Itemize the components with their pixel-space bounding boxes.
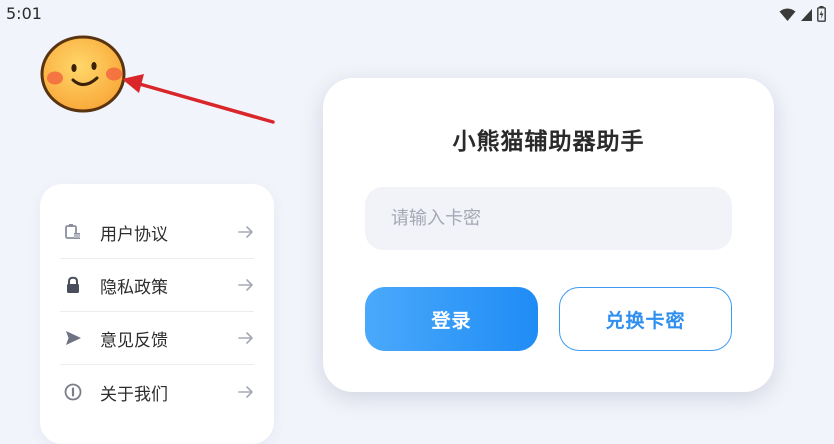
- menu-item-label: 意见反馈: [100, 330, 168, 351]
- menu-item-label: 关于我们: [100, 384, 168, 405]
- redeem-card-button[interactable]: 兑换卡密: [559, 287, 732, 351]
- menu-item-privacy-policy[interactable]: 隐私政策: [60, 259, 254, 311]
- login-button[interactable]: 登录: [365, 287, 538, 351]
- status-time: 5:01: [6, 4, 42, 23]
- menu-item-label: 用户协议: [100, 224, 168, 245]
- arrow-right-icon: [238, 278, 254, 292]
- signal-icon: [800, 7, 813, 26]
- menu-item-about-us[interactable]: 关于我们: [60, 366, 254, 418]
- smiley-face-icon[interactable]: [38, 34, 128, 114]
- menu-card: 用户协议 隐私政策 意见反馈 关于我们: [40, 184, 274, 444]
- menu-item-label: 隐私政策: [100, 277, 168, 298]
- menu-divider: [60, 364, 254, 365]
- wifi-icon: [779, 7, 796, 26]
- status-icons: [779, 6, 826, 26]
- login-card: 小熊猫辅助器助手 登录 兑换卡密: [323, 78, 774, 392]
- card-key-input[interactable]: [365, 187, 732, 250]
- arrow-right-icon: [238, 385, 254, 399]
- battery-icon: [817, 6, 826, 26]
- red-arrow-icon: [118, 72, 280, 132]
- menu-item-feedback[interactable]: 意见反馈: [60, 312, 254, 364]
- arrow-right-icon: [238, 331, 254, 345]
- menu-item-user-agreement[interactable]: 用户协议: [60, 206, 254, 258]
- app-title: 小熊猫辅助器助手: [452, 129, 645, 155]
- info-icon: [64, 383, 82, 401]
- agreement-icon: [64, 223, 82, 241]
- arrow-right-icon: [238, 225, 254, 239]
- send-icon: [64, 329, 82, 347]
- lock-icon: [64, 276, 82, 294]
